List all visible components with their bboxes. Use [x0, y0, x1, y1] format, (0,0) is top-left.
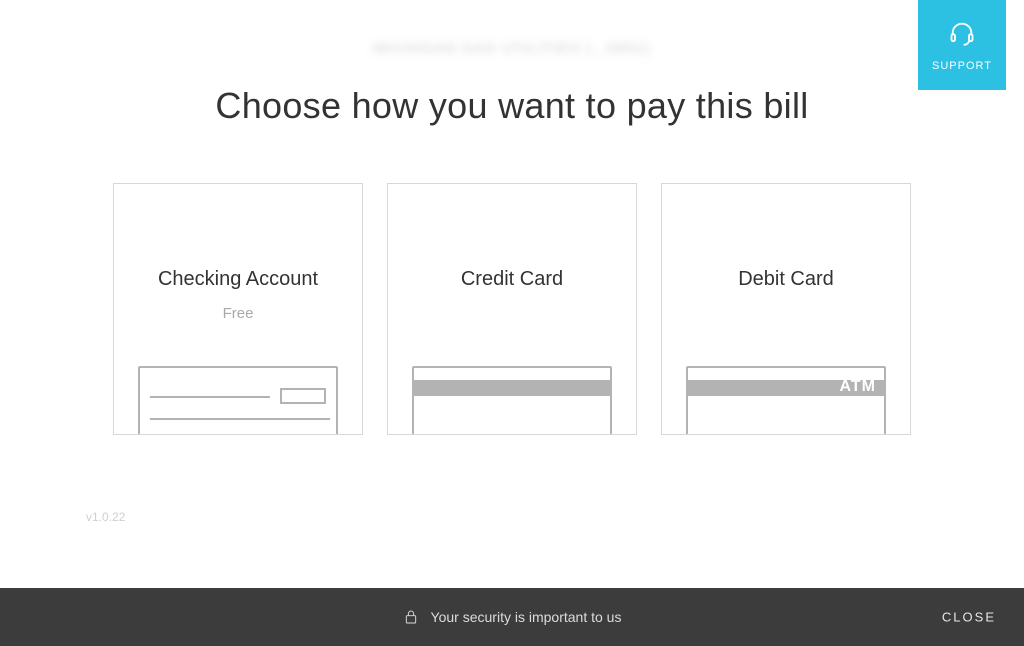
- security-text: Your security is important to us: [431, 609, 622, 625]
- close-button[interactable]: CLOSE: [942, 610, 996, 625]
- support-label: SUPPORT: [932, 60, 992, 72]
- version-label: v1.0.22: [86, 510, 125, 524]
- footer-bar: Your security is important to us CLOSE: [0, 588, 1024, 646]
- atm-label: ATM: [840, 378, 876, 396]
- debit-card-icon: ATM: [686, 366, 886, 435]
- option-label: Checking Account: [158, 268, 318, 291]
- payment-method-dialog: SUPPORT MICHIGAN GAS UTILITIES (...0001)…: [0, 0, 1024, 646]
- lock-icon: [403, 608, 419, 626]
- biller-name: MICHIGAN GAS UTILITIES (...0001): [0, 40, 1024, 57]
- option-sublabel: Free: [223, 305, 254, 322]
- option-credit-card[interactable]: Credit Card: [387, 183, 637, 435]
- option-checking-account[interactable]: Checking Account Free: [113, 183, 363, 435]
- option-debit-card[interactable]: Debit Card ATM: [661, 183, 911, 435]
- credit-card-icon: [412, 366, 612, 435]
- payment-options: Checking Account Free Credit Card Debit …: [0, 183, 1024, 435]
- option-label: Credit Card: [461, 268, 563, 291]
- check-icon: [138, 366, 338, 435]
- header: MICHIGAN GAS UTILITIES (...0001) Choose …: [0, 0, 1024, 127]
- page-title: Choose how you want to pay this bill: [0, 85, 1024, 127]
- option-label: Debit Card: [738, 268, 834, 291]
